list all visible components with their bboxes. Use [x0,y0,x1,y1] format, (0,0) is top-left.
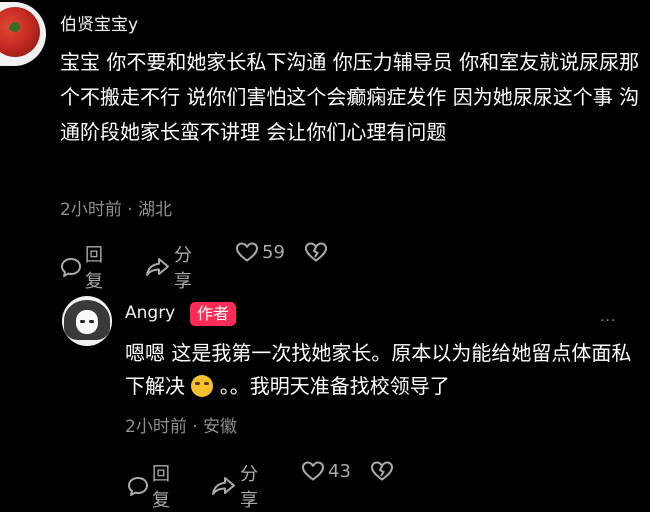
share-label: 分享 [240,464,258,511]
crying-face-icon [191,375,214,397]
heart-icon [235,241,259,263]
reply-label: 回复 [85,245,103,292]
dislike-button[interactable] [370,460,394,482]
broken-heart-icon [304,241,328,263]
commenter-username[interactable]: 伯贤宝宝y [60,10,138,35]
reply-label: 回复 [152,464,170,511]
meta-separator: · [127,200,133,220]
commenter-avatar[interactable] [0,2,46,66]
reply-text: 嗯嗯 这是我第一次找她家长。原本以为能给她留点体面私下解决 。。我明天准备找校领… [125,337,635,403]
share-label: 分享 [174,245,192,292]
speech-bubble-icon [127,475,149,497]
more-options-icon[interactable]: ··· [600,313,616,329]
reply-button[interactable]: 回复 [60,241,103,293]
share-arrow-icon [211,475,237,497]
reply-time: 2小时前 [125,417,187,437]
dislike-button[interactable] [304,241,328,263]
like-count: 43 [328,460,351,482]
comment-time: 2小时前 [60,200,122,220]
speech-bubble-icon [60,256,82,278]
meta-separator: · [192,417,198,437]
reply-location: 安徽 [203,417,238,437]
broken-heart-icon [370,460,394,482]
heart-icon [301,460,325,482]
tomato-avatar-image [0,7,40,57]
author-username[interactable]: Angry [125,303,175,323]
like-button[interactable]: 59 [235,241,285,263]
reply-button[interactable]: 回复 [127,460,170,512]
author-badge: 作者 [190,302,237,326]
like-button[interactable]: 43 [301,460,351,482]
comment-location: 湖北 [138,200,173,220]
share-arrow-icon [145,256,171,278]
share-button[interactable]: 分享 [211,460,258,512]
share-button[interactable]: 分享 [145,241,192,293]
reply-text-end: 。。我明天准备找校领导了 [213,374,450,398]
author-avatar[interactable] [62,296,112,346]
comment-meta: 2小时前 · 湖北 [60,195,172,220]
like-count: 59 [262,241,285,263]
comment-text: 宝宝 你不要和她家长私下沟通 你压力辅导员 你和室友就说尿尿那个不搬走不行 说你… [60,50,640,144]
reply-meta: 2小时前 · 安徽 [125,412,237,437]
anime-avatar-eye [80,320,85,323]
anime-avatar-eye [89,320,94,323]
